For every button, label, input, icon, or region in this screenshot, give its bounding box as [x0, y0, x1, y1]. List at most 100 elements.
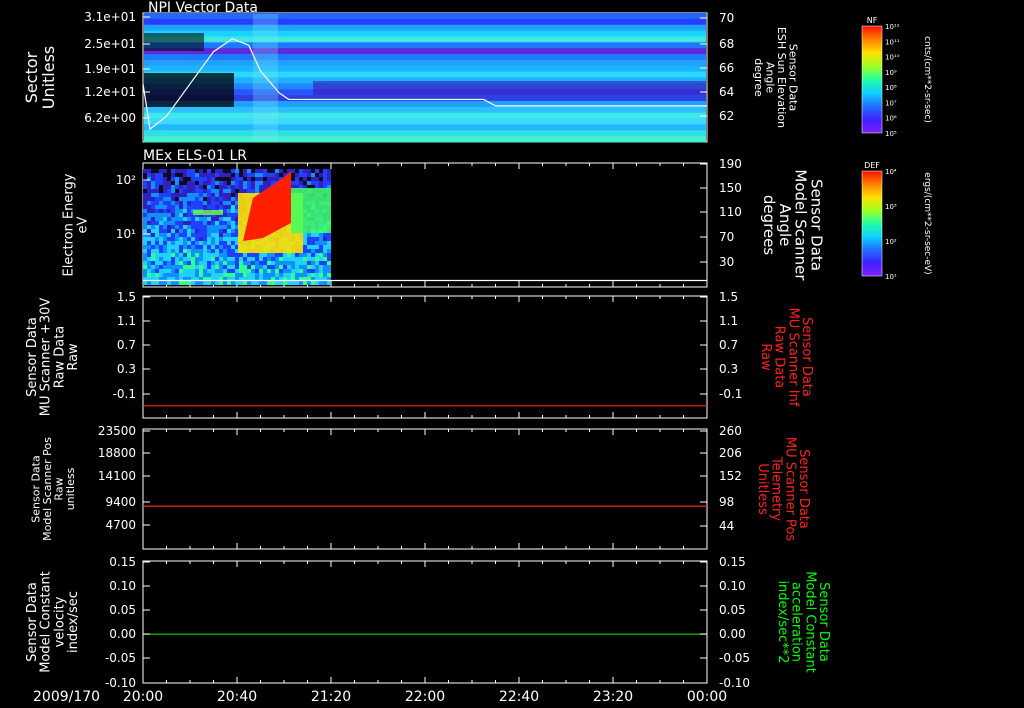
spectrogram-cell — [243, 261, 247, 265]
spectrogram-cell — [243, 281, 247, 285]
colorbar-1-tick: 10⁶ — [885, 115, 897, 123]
spectrogram-cell — [315, 249, 319, 253]
spectrogram-cell — [303, 273, 307, 277]
spectrogram-cell — [291, 253, 295, 257]
spectrogram-cell — [303, 261, 307, 265]
spectrogram-cell — [195, 189, 199, 193]
spectrogram-cell — [223, 229, 227, 233]
spectrogram-cell — [227, 173, 231, 177]
spectrogram-cell — [323, 233, 327, 237]
spectrogram-cell — [143, 213, 147, 217]
spectrogram-cell — [311, 269, 315, 273]
spectrogram-cell — [267, 169, 271, 173]
spectrogram-cell — [239, 261, 243, 265]
spectrogram-cell — [163, 185, 167, 189]
spectrogram-cell — [263, 273, 267, 277]
spectrogram-cell — [211, 225, 215, 229]
spectrogram-cell — [143, 237, 147, 241]
spectrogram-cell — [203, 201, 207, 205]
spectrogram-cell — [147, 209, 151, 213]
spectrogram-cell — [215, 257, 219, 261]
spectrogram-cell — [223, 249, 227, 253]
spectrogram-cell — [155, 217, 159, 221]
spectrogram-cell — [207, 189, 211, 193]
spectrogram-cell — [167, 205, 171, 209]
spectrogram-cell — [327, 249, 331, 253]
spectrogram-cell — [315, 257, 319, 261]
spectrogram-cell — [175, 281, 179, 285]
spectrogram-cell — [219, 177, 223, 181]
spectrogram-cell — [255, 173, 259, 177]
spectrogram-cell — [203, 245, 207, 249]
spectrogram-cell — [215, 269, 219, 273]
spectrogram-cell — [247, 177, 251, 181]
spectrogram-cell — [215, 201, 219, 205]
spectrogram-cell — [187, 173, 191, 177]
spectrogram-cell — [227, 177, 231, 181]
spectrogram-cell — [231, 189, 235, 193]
spectrogram-cell — [151, 169, 155, 173]
spectrogram-cell — [255, 177, 259, 181]
spectrogram-cell — [227, 197, 231, 201]
spectrogram-cell — [203, 177, 207, 181]
spectrogram-cell — [275, 269, 279, 273]
spectrogram-cell — [219, 253, 223, 257]
spectrogram-cell — [155, 193, 159, 197]
spectrogram-cell — [327, 173, 331, 177]
spectrogram-cell — [231, 261, 235, 265]
spectrogram-cell — [163, 221, 167, 225]
spectrogram-cell — [323, 269, 327, 273]
spectrogram-cell — [195, 265, 199, 269]
panel-1-ytick-label: 3.1e+01 — [84, 10, 136, 24]
spectrogram-cell — [175, 241, 179, 245]
multi-panel-plot: NPI Vector Data MEx ELS-01 LR 3.1e+01 2.5e+… — [22, 0, 932, 705]
spectrogram-cell — [155, 169, 159, 173]
spectrogram-cell — [243, 189, 247, 193]
spectrogram-cell — [247, 269, 251, 273]
spectrogram-cell — [163, 181, 167, 185]
spectrogram-cell — [203, 269, 207, 273]
spectrogram-cell — [183, 177, 187, 181]
spectrogram-cell — [179, 173, 183, 177]
spectrogram-cell — [191, 181, 195, 185]
spectrogram-cell — [219, 257, 223, 261]
spectrogram-cell — [163, 169, 167, 173]
spectrogram-cell — [323, 273, 327, 277]
spectrogram-cell — [179, 265, 183, 269]
spectrogram-cell — [167, 245, 171, 249]
spectrogram-cell — [279, 257, 283, 261]
spectrogram-cell — [291, 261, 295, 265]
spectrogram-cell — [203, 237, 207, 241]
spectrogram-cell — [227, 185, 231, 189]
spectrogram-cell — [319, 269, 323, 273]
spectrogram-cell — [299, 181, 303, 185]
spectrogram-cell — [211, 205, 215, 209]
panel-3-ytick-label: 1.5 — [117, 290, 136, 304]
spectrogram-cell — [191, 173, 195, 177]
spectrogram-cell — [147, 213, 151, 217]
spectrogram-cell — [287, 281, 291, 285]
spectrogram-cell — [231, 169, 235, 173]
spectrogram-cell — [323, 181, 327, 185]
spectrogram-cell — [231, 209, 235, 213]
panel-3-ylabel: Raw — [66, 343, 81, 371]
spectrogram-band — [313, 81, 706, 95]
spectrogram-cell — [155, 221, 159, 225]
spectrogram-cell — [151, 257, 155, 261]
spectrogram-cell — [159, 209, 163, 213]
spectrogram-cell — [163, 261, 167, 265]
spectrogram-cell — [163, 177, 167, 181]
spectrogram-cell — [315, 273, 319, 277]
spectrogram-cell — [151, 265, 155, 269]
panel-2-ylabel: eV — [75, 216, 90, 233]
spectrogram-cell — [215, 229, 219, 233]
spectrogram-cell — [303, 269, 307, 273]
spectrogram-cell — [159, 177, 163, 181]
spectrogram-cell — [155, 173, 159, 177]
spectrogram-cell — [175, 229, 179, 233]
spectrogram-cell — [143, 225, 147, 229]
spectrogram-cell — [155, 181, 159, 185]
spectrogram-cell — [207, 221, 211, 225]
spectrogram-cell — [211, 197, 215, 201]
spectrogram-cell — [199, 197, 203, 201]
